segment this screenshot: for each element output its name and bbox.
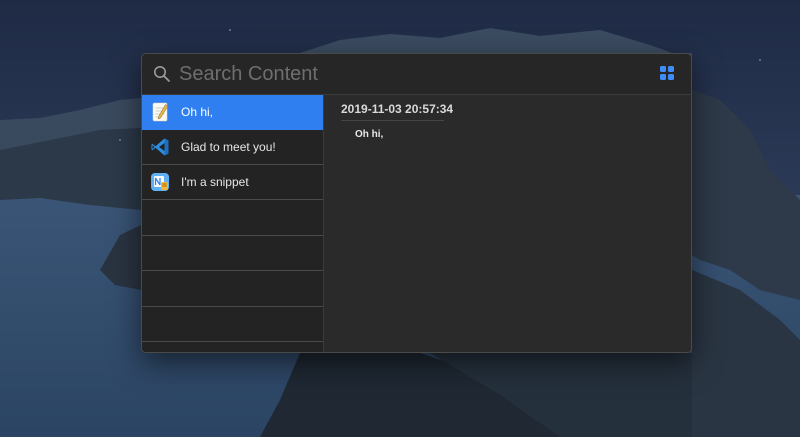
list-item[interactable]: I'm a snippet bbox=[142, 165, 323, 200]
snippet-window: Oh hi, Glad to meet you! bbox=[141, 53, 692, 353]
list-item[interactable]: Glad to meet you! bbox=[142, 130, 323, 165]
search-icon bbox=[154, 66, 170, 82]
vscode-icon bbox=[151, 138, 169, 156]
preview-date: 2019-11-03 20:57:34 bbox=[341, 102, 454, 116]
textedit-icon bbox=[152, 102, 169, 122]
list-item-label: Glad to meet you! bbox=[181, 140, 276, 154]
list-item-label: Oh hi, bbox=[181, 105, 214, 119]
empty-list-row bbox=[142, 307, 323, 342]
snippet-list: Oh hi, Glad to meet you! I'm a snippet bbox=[142, 95, 324, 352]
app-icon bbox=[151, 173, 169, 191]
grid-icon[interactable] bbox=[660, 66, 674, 80]
preview-divider bbox=[341, 120, 444, 121]
search-bar bbox=[142, 54, 691, 95]
preview-content: Oh hi, bbox=[355, 129, 384, 140]
empty-list-row bbox=[142, 271, 323, 307]
search-input[interactable] bbox=[179, 60, 639, 88]
empty-list-row bbox=[142, 236, 323, 271]
list-item-label: I'm a snippet bbox=[181, 175, 249, 189]
snippet-preview: 2019-11-03 20:57:34 Oh hi, bbox=[324, 95, 691, 352]
list-item[interactable]: Oh hi, bbox=[142, 95, 323, 130]
desktop: Oh hi, Glad to meet you! bbox=[0, 0, 800, 437]
empty-list-row bbox=[142, 200, 323, 236]
